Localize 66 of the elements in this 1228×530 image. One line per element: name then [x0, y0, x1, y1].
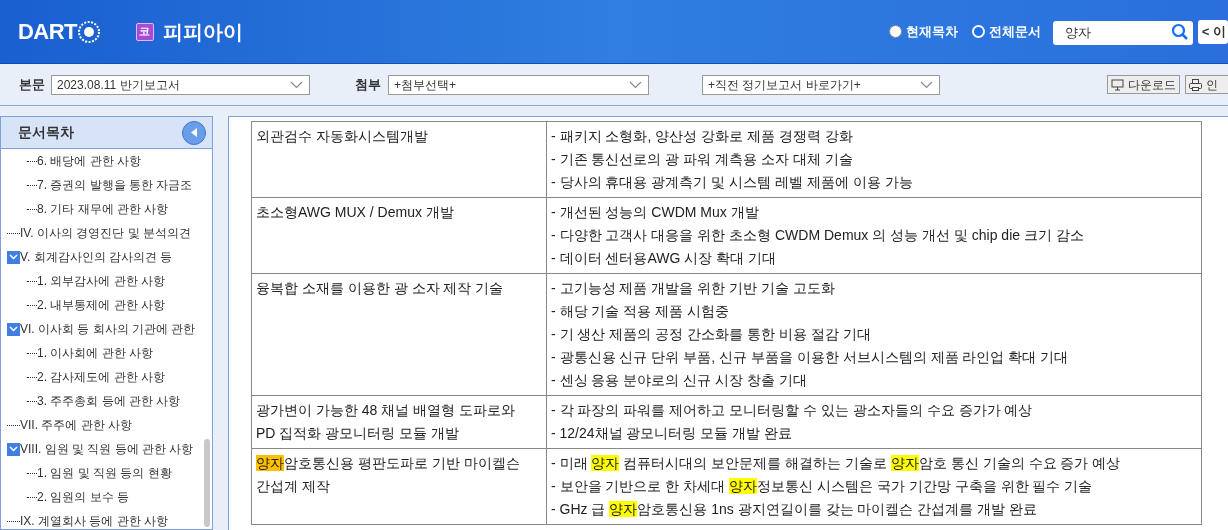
tree-item[interactable]: 2. 내부통제에 관한 사항 [37, 296, 165, 314]
monitor-icon [1111, 78, 1124, 91]
table-text: 외관검수 자동화시스템개발 [256, 127, 429, 146]
table-text: - 데이터 센터용AWG 시장 확대 기대 [551, 249, 778, 268]
tree-item[interactable]: VI. 이사회 등 회사의 기관에 관한 [20, 320, 196, 338]
table-text: - 당사의 휴대용 광계측기 및 시스템 레벨 제품에 이용 가능 [551, 173, 914, 192]
tree-item[interactable]: IX. 계열회사 등에 관한 사항 [20, 512, 168, 529]
table-text: 융복합 소재를 이용한 광 소자 제작 기술 [256, 279, 505, 298]
expand-toggle[interactable] [7, 250, 20, 264]
table-text: - 광통신용 신규 단위 부품, 신규 부품을 이용한 서브시스템의 제품 라인업 확대 기대 [551, 348, 1070, 367]
table-text: PD 집적화 광모니터링 모듈 개발 [256, 424, 460, 443]
download-button[interactable]: 다운로드 [1107, 75, 1180, 94]
table-text: 광가변이 가능한 48 채널 배열형 도파로와 [256, 401, 517, 420]
scrollbar[interactable] [204, 439, 210, 527]
body-label: 본문 [19, 75, 45, 94]
tree-item[interactable]: 6. 배당에 관한 사항 [37, 152, 141, 170]
tree-item[interactable]: 7. 증권의 발행을 통한 자금조 [37, 176, 193, 194]
table-text: - 기존 통신선로의 광 파워 계측용 소자 대체 기술 [551, 150, 854, 169]
tree-item[interactable]: IV. 이사의 경영진단 및 분석의견 [20, 224, 191, 242]
table-text: - 개선된 성능의 CWDM Mux 개발 [551, 203, 760, 222]
search-field[interactable]: 양자 [1052, 20, 1193, 45]
previous-button[interactable]: < 이 [1197, 19, 1228, 44]
company-name: 피피아이 [162, 19, 243, 45]
tree-item[interactable]: VIII. 임원 및 직원 등에 관한 사항 [20, 440, 194, 458]
tree-item[interactable]: VII. 주주에 관한 사항 [20, 416, 132, 434]
tree-item[interactable]: V. 회계감사인의 감사의견 등 [20, 248, 173, 266]
table-text: - 해당 기술 적용 제품 시험중 [551, 302, 731, 321]
table-text: 양자암호통신용 평판도파로 기반 마이켈슨 [256, 454, 521, 473]
search-icon[interactable] [1170, 22, 1189, 41]
table-text: - 각 파장의 파워를 제어하고 모니터링할 수 있는 광소자들의 수요 증가가 예상 [551, 401, 1034, 420]
scope-radio[interactable]: 전체문서 [971, 21, 1041, 42]
tree-item[interactable]: 1. 이사회에 관한 사항 [37, 344, 153, 362]
table-text: - 12/24채널 광모니터링 모듈 개발 완료 [551, 424, 794, 443]
tree-item[interactable]: 2. 감사제도에 관한 사항 [37, 368, 165, 386]
tree-item[interactable]: 3. 주주총회 등에 관한 사항 [37, 392, 181, 410]
dropdown[interactable]: +첨부선택+ [388, 74, 649, 95]
expand-toggle[interactable] [7, 322, 20, 336]
company-badge: 코 [135, 22, 154, 41]
chevron-down-icon [290, 80, 303, 89]
table-text: 초소형AWG MUX / Demux 개발 [256, 203, 455, 222]
table-text: - 다양한 고객사 대응을 위한 초소형 CWDM Demux 의 성능 개선 및 chip die 크기 감소 [551, 226, 1085, 245]
tree-item[interactable]: 8. 기타 재무에 관한 사항 [37, 200, 169, 218]
triangle-left-icon [191, 128, 197, 137]
table-text: - 패키지 소형화, 양산성 강화로 제품 경쟁력 강화 [551, 127, 854, 146]
tree-item[interactable]: 2. 임원의 보수 등 [37, 488, 129, 506]
table-text: - 기 생산 제품의 공정 간소화를 통한 비용 절감 기대 [551, 325, 872, 344]
chevron-down-icon [629, 80, 642, 89]
print-button[interactable]: 인 [1185, 75, 1228, 94]
table-text: - 보안을 기반으로 한 차세대 양자정보통신 시스템은 국가 기간망 구축을 위한 필수 기술 [551, 477, 1094, 496]
sunburst-logo-icon [77, 20, 100, 43]
tree-item[interactable]: 1. 임원 및 직원 등의 현황 [37, 464, 172, 482]
table-text: - 센싱 응용 분야로의 신규 시장 창출 기대 [551, 371, 808, 390]
collapse-button[interactable] [182, 120, 206, 145]
printer-icon [1189, 78, 1202, 91]
logo-text: DART [18, 18, 77, 46]
expand-toggle[interactable] [7, 442, 20, 456]
table-text: 간섭계 제작 [256, 477, 331, 496]
attachment-label: 첨부 [355, 75, 381, 94]
dropdown[interactable]: +직전 정기보고서 바로가기+ [702, 74, 940, 95]
table-text: - 고기능성 제품 개발을 위한 기반 기술 고도화 [551, 279, 836, 298]
chevron-down-icon [920, 80, 933, 89]
tree-item[interactable]: 1. 외부감사에 관한 사항 [37, 272, 165, 290]
table-text: - GHz 급 양자암호통신용 1ns 광지연길이를 갖는 마이켈슨 간섭계를 개발 완료 [551, 500, 1039, 519]
scope-radio[interactable]: 현재목차 [888, 21, 958, 42]
panel-title: 문서목차 [18, 123, 75, 142]
dropdown[interactable]: 2023.08.11 반기보고서 [51, 74, 310, 95]
